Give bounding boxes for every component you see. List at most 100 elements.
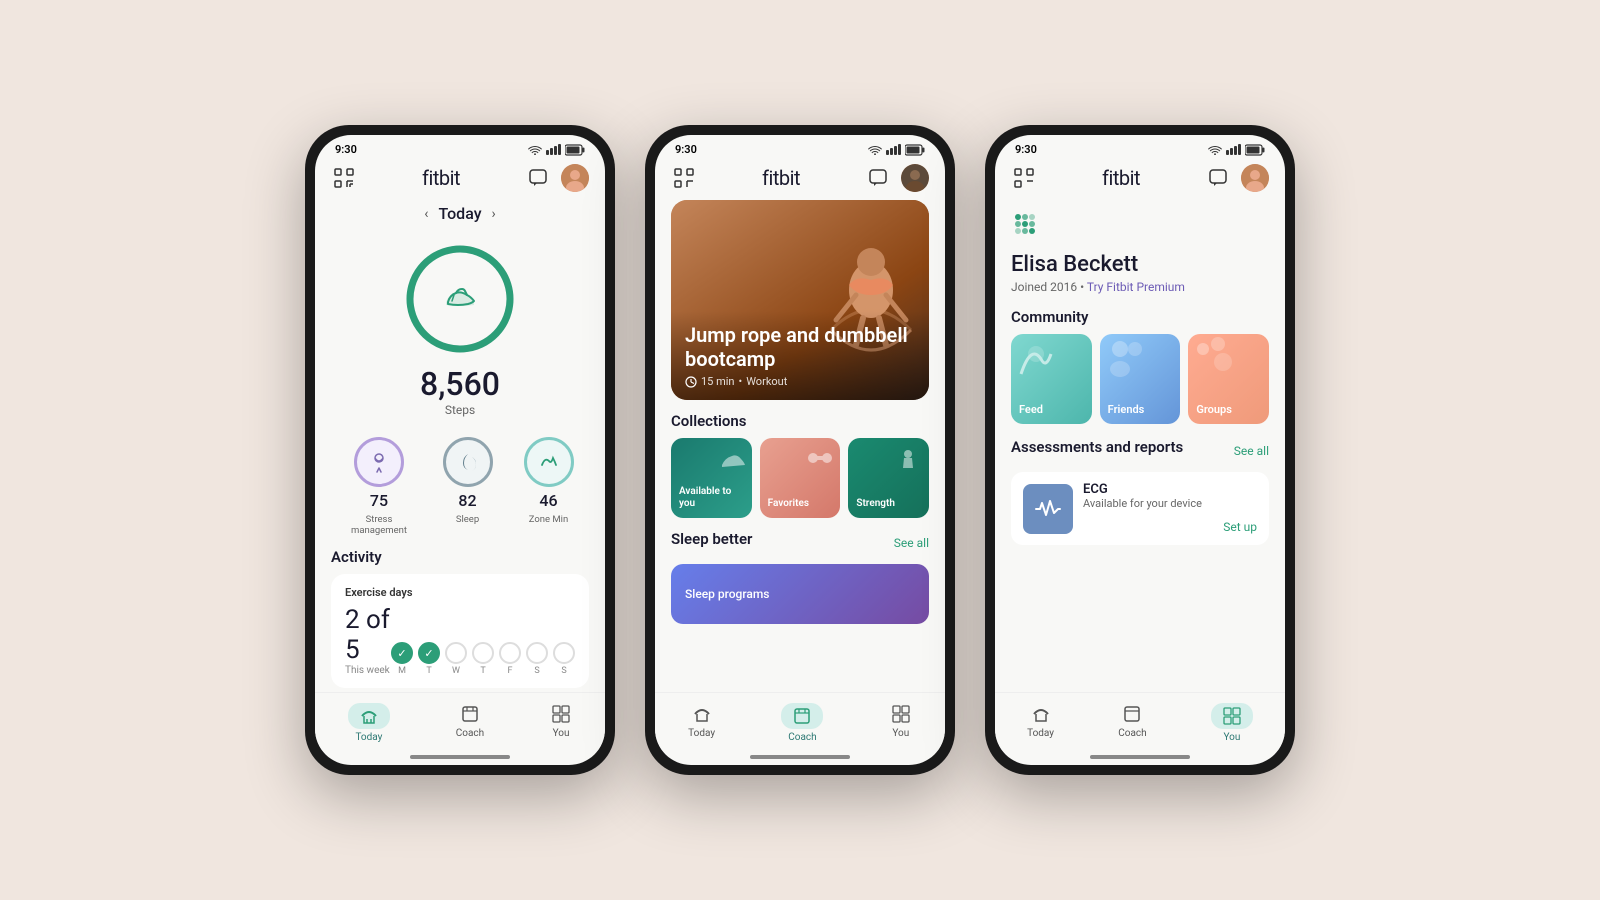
sleep-see-all[interactable]: See all bbox=[894, 536, 929, 550]
day-dot-6 bbox=[553, 642, 575, 664]
signal-icon-1 bbox=[546, 144, 561, 155]
collection-strength[interactable]: Strength bbox=[848, 438, 929, 518]
wifi-icon-1 bbox=[528, 145, 542, 155]
chat-icon-1[interactable] bbox=[525, 165, 551, 191]
hero-separator: • bbox=[739, 375, 743, 388]
stress-metric[interactable]: 75 Stress management bbox=[347, 437, 412, 536]
avatar-3[interactable] bbox=[1241, 164, 1269, 192]
hero-title: Jump rope and dumbbell bootcamp bbox=[685, 323, 915, 371]
nav-coach-2[interactable]: Coach bbox=[765, 701, 839, 745]
prev-arrow[interactable]: ‹ bbox=[424, 206, 428, 222]
nav-you-3[interactable]: You bbox=[1195, 701, 1269, 745]
nav-today-3[interactable]: Today bbox=[1011, 701, 1070, 741]
profile-name: Elisa Beckett bbox=[1011, 252, 1138, 277]
scan-icon-1[interactable] bbox=[331, 165, 357, 191]
coach-content: Jump rope and dumbbell bootcamp 15 min •… bbox=[655, 200, 945, 692]
top-nav-2: fitbit bbox=[655, 160, 945, 200]
scan-icon-2[interactable] bbox=[671, 165, 697, 191]
wifi-icon-3 bbox=[1208, 145, 1222, 155]
chat-icon-2[interactable] bbox=[865, 165, 891, 191]
bottom-nav-3: Today Coach bbox=[995, 692, 1285, 751]
avatar-2[interactable] bbox=[901, 164, 929, 192]
shoe-icon bbox=[440, 275, 480, 323]
collections-label: Collections bbox=[671, 412, 929, 430]
joined-text: Joined 2016 • bbox=[1011, 280, 1087, 294]
day-s1: S bbox=[526, 666, 548, 676]
assessments-see-all[interactable]: See all bbox=[1234, 444, 1269, 458]
groups-illustration bbox=[1188, 334, 1238, 384]
day-dot-4 bbox=[499, 642, 521, 664]
nav-coach-1[interactable]: Coach bbox=[440, 701, 500, 741]
status-bar-1: 9:30 bbox=[315, 135, 605, 160]
day-t2: T bbox=[472, 666, 494, 676]
community-groups[interactable]: Groups bbox=[1188, 334, 1269, 424]
sleep-metric[interactable]: 82 Sleep bbox=[443, 437, 493, 536]
exercise-label: Exercise days bbox=[345, 586, 575, 599]
collection-label-2: Strength bbox=[856, 498, 895, 510]
battery-icon-1 bbox=[565, 144, 585, 156]
phones-container: 9:30 bbox=[305, 125, 1295, 775]
home-indicator-1 bbox=[410, 755, 510, 759]
scan-icon-3[interactable] bbox=[1011, 165, 1037, 191]
logo-1: fitbit bbox=[422, 166, 460, 190]
activity-title: Activity bbox=[331, 548, 589, 566]
you-icon-2 bbox=[890, 703, 912, 725]
nav-today-2[interactable]: Today bbox=[672, 701, 731, 741]
time-2: 9:30 bbox=[675, 143, 697, 156]
coach-label-1: Coach bbox=[456, 728, 484, 739]
today-icon-2 bbox=[691, 703, 713, 725]
sleep-value: 82 bbox=[458, 491, 476, 510]
top-nav-3: fitbit bbox=[995, 160, 1285, 200]
home-indicator-3 bbox=[1090, 755, 1190, 759]
day-s2: S bbox=[553, 666, 575, 676]
circle-container[interactable] bbox=[400, 239, 520, 359]
day-dot-0 bbox=[391, 642, 413, 664]
feed-label: Feed bbox=[1019, 403, 1043, 416]
hero-workout[interactable]: Jump rope and dumbbell bootcamp 15 min •… bbox=[671, 200, 929, 400]
hero-meta: 15 min • Workout bbox=[685, 375, 915, 388]
phone-you: 9:30 bbox=[985, 125, 1295, 775]
battery-icon-3 bbox=[1245, 144, 1265, 156]
bottom-nav-1: Today Coach bbox=[315, 692, 605, 751]
collection-favorites[interactable]: Favorites bbox=[760, 438, 841, 518]
phone-coach: 9:30 bbox=[645, 125, 955, 775]
ecg-card[interactable]: ECG Available for your device Set up bbox=[1011, 472, 1269, 545]
sleep-preview-card[interactable]: Sleep programs bbox=[671, 564, 929, 624]
you-label-2: You bbox=[892, 728, 909, 739]
today-icon-3 bbox=[1030, 703, 1052, 725]
next-arrow[interactable]: › bbox=[492, 206, 496, 222]
date-nav: ‹ Today › bbox=[331, 200, 589, 231]
shoe-small-icon bbox=[717, 443, 747, 473]
you-label-3: You bbox=[1223, 732, 1240, 743]
premium-cta[interactable]: Try Fitbit Premium bbox=[1087, 280, 1185, 294]
hero-type: Workout bbox=[746, 375, 787, 388]
setup-button[interactable]: Set up bbox=[1223, 520, 1257, 534]
exercise-week: This week bbox=[345, 665, 391, 676]
stress-circle bbox=[354, 437, 404, 487]
you-label-1: You bbox=[553, 728, 570, 739]
community-feed[interactable]: Feed bbox=[1011, 334, 1092, 424]
nav-coach-3[interactable]: Coach bbox=[1102, 701, 1162, 741]
collection-label-1: Favorites bbox=[768, 498, 809, 510]
nav-you-2[interactable]: You bbox=[874, 701, 928, 741]
assessments-header: Assessments and reports See all bbox=[1011, 438, 1269, 464]
avatar-1[interactable] bbox=[561, 164, 589, 192]
stress-value: 75 bbox=[370, 491, 388, 510]
steps-label: Steps bbox=[445, 403, 475, 417]
nav-you-1[interactable]: You bbox=[534, 701, 588, 741]
sleep-card-text: Sleep programs bbox=[685, 587, 769, 601]
profile-header: Elisa Beckett Joined 2016 • Try Fitbit P… bbox=[1011, 200, 1269, 308]
nav-today-1[interactable]: Today bbox=[332, 701, 406, 745]
chat-icon-3[interactable] bbox=[1205, 165, 1231, 191]
community-friends[interactable]: Friends bbox=[1100, 334, 1181, 424]
collection-available[interactable]: Available to you bbox=[671, 438, 752, 518]
zone-label: Zone Min bbox=[529, 514, 569, 525]
steps-circle: 8,560 Steps bbox=[331, 231, 589, 429]
zone-metric[interactable]: 46 Zone Min bbox=[524, 437, 574, 536]
battery-icon-2 bbox=[905, 144, 925, 156]
status-bar-2: 9:30 bbox=[655, 135, 945, 160]
you-icon-1 bbox=[550, 703, 572, 725]
coach-icon-1 bbox=[459, 703, 481, 725]
dumbbell-icon bbox=[805, 443, 835, 473]
today-label-2: Today bbox=[688, 728, 715, 739]
